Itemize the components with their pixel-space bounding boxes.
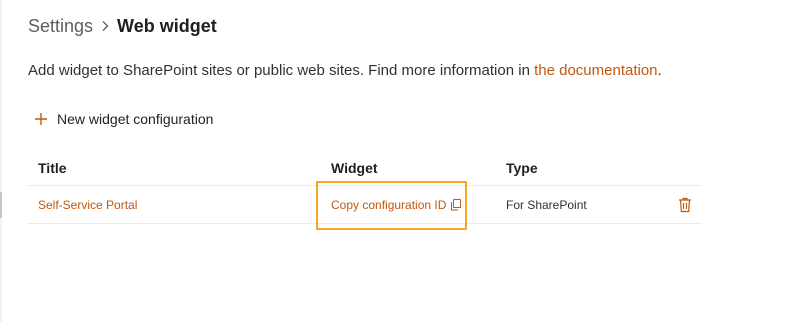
new-widget-configuration-button[interactable]: New widget configuration (34, 108, 213, 130)
column-header-title[interactable]: Title (38, 150, 67, 186)
column-header-widget[interactable]: Widget (331, 150, 378, 186)
plus-icon (34, 112, 48, 126)
left-pane-edge (0, 0, 2, 322)
description-suffix: . (657, 62, 662, 79)
copy-configuration-id-button[interactable]: Copy configuration ID (331, 198, 462, 212)
delete-button[interactable] (675, 195, 695, 215)
chevron-right-icon (93, 12, 117, 40)
new-widget-configuration-label: New widget configuration (57, 111, 214, 127)
row-widget-cell: Copy configuration ID (331, 186, 462, 224)
documentation-link[interactable]: the documentation (534, 62, 657, 79)
description-text: Add widget to SharePoint sites or public… (28, 62, 535, 79)
web-widget-settings-page: Settings Web widget Add widget to ShareP… (0, 0, 800, 322)
copy-configuration-id-label: Copy configuration ID (331, 198, 447, 212)
row-type-cell: For SharePoint (506, 198, 587, 212)
trash-icon (679, 197, 691, 213)
widget-configurations-table: Title Widget Type Self-Service Portal Co… (28, 150, 702, 224)
copy-icon (450, 199, 462, 211)
left-pane-scroll-mark (0, 192, 2, 218)
breadcrumb: Settings Web widget (28, 12, 217, 40)
column-header-type[interactable]: Type (506, 150, 538, 186)
page-title: Web widget (117, 15, 217, 36)
page-description: Add widget to SharePoint sites or public… (28, 62, 662, 79)
table-row: Self-Service Portal Copy configuration I… (28, 186, 702, 224)
table-header: Title Widget Type (28, 150, 702, 186)
row-title-link[interactable]: Self-Service Portal (38, 186, 137, 224)
breadcrumb-settings-link[interactable]: Settings (28, 16, 93, 37)
